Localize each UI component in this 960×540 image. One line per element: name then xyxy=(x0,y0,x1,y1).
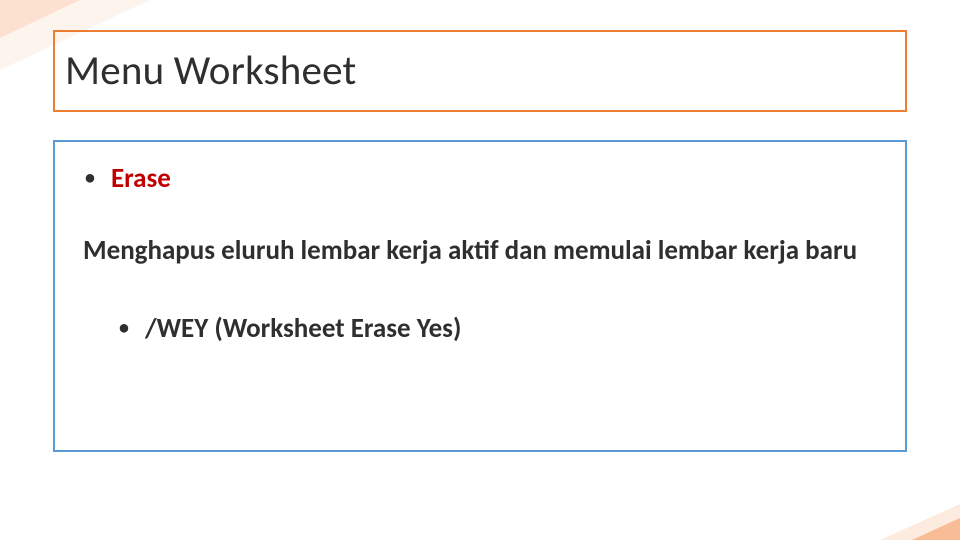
bullet-sub: • /WEY (Worksheet Erase Yes) xyxy=(119,312,877,345)
bg-triangle-bottom-right xyxy=(912,518,960,540)
bullet-sub-label: /WEY (Worksheet Erase Yes) xyxy=(145,312,461,345)
bullet-main-label: Erase xyxy=(111,162,171,195)
title-box: Menu Worksheet xyxy=(53,30,907,112)
description-text: Menghapus eluruh lembar kerja aktif dan … xyxy=(83,235,877,268)
bg-triangle-bottom-right-light xyxy=(880,504,960,540)
content-box: • Erase Menghapus eluruh lembar kerja ak… xyxy=(53,140,907,452)
bullet-dot-icon: • xyxy=(85,168,95,188)
bullet-dot-icon: • xyxy=(119,318,129,338)
bullet-main: • Erase xyxy=(85,162,877,195)
slide-title: Menu Worksheet xyxy=(65,46,356,96)
